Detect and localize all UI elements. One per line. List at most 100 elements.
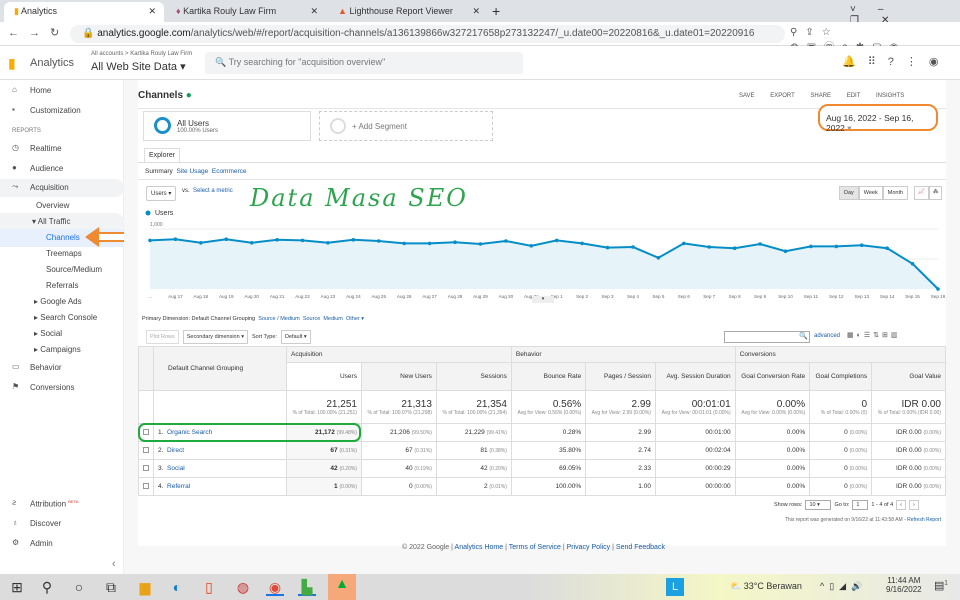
tab-kartika[interactable]: ♦ Kartika Rouly Law Firm ✕ [166, 2, 326, 22]
column-header[interactable]: Goal Completions [809, 362, 873, 391]
channel-link[interactable]: Referral [167, 483, 190, 490]
subtab-summary[interactable]: Summary [145, 168, 173, 175]
metric-selector[interactable]: Users ▾ [146, 186, 177, 201]
tray-icons[interactable]: ^▯◢🔊 [820, 581, 867, 592]
date-range-picker[interactable]: Aug 16, 2022 - Sep 16, 2022 ▾ [818, 104, 938, 133]
row-checkbox[interactable] [138, 441, 154, 460]
footer-terms[interactable]: Terms of Service [509, 544, 561, 551]
close-tab-icon[interactable]: ✕ [472, 6, 480, 17]
line-chart-icon[interactable]: 📈 [914, 186, 929, 200]
task-view-icon[interactable]: ⧉ [102, 578, 120, 596]
tab-explorer[interactable]: Explorer [144, 148, 181, 162]
column-header[interactable]: Users [286, 362, 362, 391]
tab-analytics[interactable]: ▮ Analytics ✕ [4, 2, 164, 22]
close-tab-icon[interactable]: ✕ [310, 6, 318, 17]
select-all-checkbox[interactable] [138, 346, 154, 391]
plot-rows-button[interactable]: Plot Rows [146, 330, 179, 344]
sidebar-item-audience[interactable]: ● Audience [0, 160, 124, 178]
sidebar-item-admin[interactable]: ⚙ Admin [0, 535, 124, 553]
column-header[interactable]: Sessions [435, 362, 512, 391]
subtab-site-usage[interactable]: Site Usage [176, 168, 208, 175]
month-button[interactable]: Month [882, 186, 909, 200]
collapse-sidebar-icon[interactable]: ‹ [112, 558, 116, 570]
sidebar-item-discover[interactable]: ♁ Discover [0, 515, 124, 533]
select-metric-link[interactable]: Select a metric [193, 188, 233, 194]
footer-privacy[interactable]: Privacy Policy [567, 544, 611, 551]
secondary-dimension-select[interactable]: Secondary dimension ▾ [182, 330, 248, 344]
search-icon[interactable]: ⚲ [38, 578, 56, 596]
app-l-icon[interactable]: L [666, 578, 684, 596]
sidebar-item-acquisition[interactable]: ⤳ Acquisition [0, 179, 124, 197]
clock[interactable]: 11:44 AM 9/16/2022 [886, 576, 922, 594]
app-icon[interactable]: ◍ [234, 578, 252, 596]
share-button[interactable]: SHARE [810, 93, 831, 99]
office-icon[interactable]: ▯ [200, 578, 218, 596]
edge-icon[interactable]: ◐ [168, 578, 186, 596]
channel-link[interactable]: Social [167, 465, 185, 472]
subtab-ecommerce[interactable]: Ecommerce [212, 168, 247, 175]
channel-link[interactable]: Direct [167, 447, 184, 454]
sidebar-item-attribution[interactable]: ꙅ Attribution BETA [0, 495, 124, 513]
notification-icon[interactable]: ▤1 [934, 579, 948, 592]
segment-all-users[interactable]: All Users 100.00% Users [143, 111, 311, 141]
week-button[interactable]: Week [858, 186, 883, 200]
dim-other[interactable]: Other ▾ [346, 316, 364, 322]
report-actions[interactable]: SAVE EXPORT SHARE EDIT INSIGHTS [739, 93, 904, 99]
table-search-input[interactable]: 🔍 [724, 331, 810, 343]
property-selector[interactable]: All Web Site Data ▾ [91, 60, 186, 73]
windows-start-icon[interactable]: ⊞ [8, 578, 26, 596]
day-button[interactable]: Day [839, 186, 859, 200]
sidebar-item-campaigns[interactable]: ▸ Campaigns [0, 341, 124, 359]
show-rows-select[interactable]: 10 ▾ [805, 500, 832, 510]
search-icon[interactable]: 🔍 [799, 332, 808, 340]
dim-medium[interactable]: Medium [323, 316, 343, 322]
column-header[interactable]: Goal Value [871, 362, 946, 391]
url-input[interactable]: 🔒 analytics.google.com/analytics/web/#/r… [70, 25, 785, 43]
close-tab-icon[interactable]: ✕ [148, 6, 156, 17]
header-icons[interactable]: 🔔⠿?⋮◉ [842, 55, 950, 68]
nav-buttons[interactable]: ←→↻ [8, 26, 69, 39]
motion-chart-icon[interactable]: ⁂ [928, 186, 943, 200]
app-icon[interactable]: ▙ [298, 578, 316, 596]
prev-page-button[interactable]: ‹ [896, 500, 906, 510]
export-button[interactable]: EXPORT [770, 93, 794, 99]
dim-source[interactable]: Source [303, 316, 320, 322]
search-input[interactable]: 🔍 Try searching for "acquisition overvie… [205, 52, 523, 74]
chrome-icon[interactable]: ◉ [266, 578, 284, 596]
tab-lighthouse[interactable]: ▲ Lighthouse Report Viewer ✕ [328, 2, 488, 22]
footer-analytics-home[interactable]: Analytics Home [455, 544, 504, 551]
app-icon[interactable]: ▲ [328, 574, 356, 600]
dim-source-medium[interactable]: Source / Medium [258, 316, 300, 322]
edit-button[interactable]: EDIT [847, 93, 861, 99]
advanced-filter-link[interactable]: advanced [814, 333, 840, 339]
column-header[interactable]: Goal Conversion Rate [734, 362, 811, 391]
cortana-icon[interactable]: ○ [70, 578, 88, 596]
new-tab-button[interactable]: + [492, 3, 500, 19]
footer-feedback[interactable]: Send Feedback [616, 544, 665, 551]
column-header[interactable]: Pages / Session [585, 362, 656, 391]
sidebar-item-realtime[interactable]: ◷ Realtime [0, 140, 124, 158]
sidebar-item-home[interactable]: ⌂ Home [0, 82, 124, 100]
refresh-report-link[interactable]: Refresh Report [907, 517, 941, 523]
segment-name: All Users [177, 119, 210, 128]
goto-input[interactable]: 1 [852, 500, 869, 510]
dim-default-channel[interactable]: Default Channel Grouping [192, 316, 256, 322]
sort-type-select[interactable]: Default ▾ [280, 330, 311, 344]
sidebar-item-customization[interactable]: ▪ Customization [0, 102, 124, 120]
file-explorer-icon[interactable]: ▆ [136, 578, 154, 596]
insights-button[interactable]: INSIGHTS [876, 93, 904, 99]
next-page-button[interactable]: › [908, 500, 919, 510]
add-segment-button[interactable]: + Add Segment [319, 111, 493, 141]
chart-collapse-handle[interactable]: ▾ [532, 296, 554, 303]
breadcrumb[interactable]: All accounts > Kartika Rouly Law Firm [91, 51, 192, 57]
row-checkbox[interactable] [138, 477, 154, 496]
sidebar-item-behavior[interactable]: ▭ Behavior [0, 359, 124, 377]
column-header[interactable]: Bounce Rate [510, 362, 587, 391]
save-button[interactable]: SAVE [739, 93, 755, 99]
weather-widget[interactable]: ⛅ 33°C Berawan [730, 581, 802, 592]
sidebar-item-conversions[interactable]: ⚑ Conversions [0, 379, 124, 397]
column-header[interactable]: Avg. Session Duration [654, 362, 736, 391]
table-view-icons[interactable]: ▦◐☰⇅⊞▥ [847, 331, 900, 339]
row-checkbox[interactable] [138, 459, 154, 478]
column-header[interactable]: New Users [360, 362, 437, 391]
